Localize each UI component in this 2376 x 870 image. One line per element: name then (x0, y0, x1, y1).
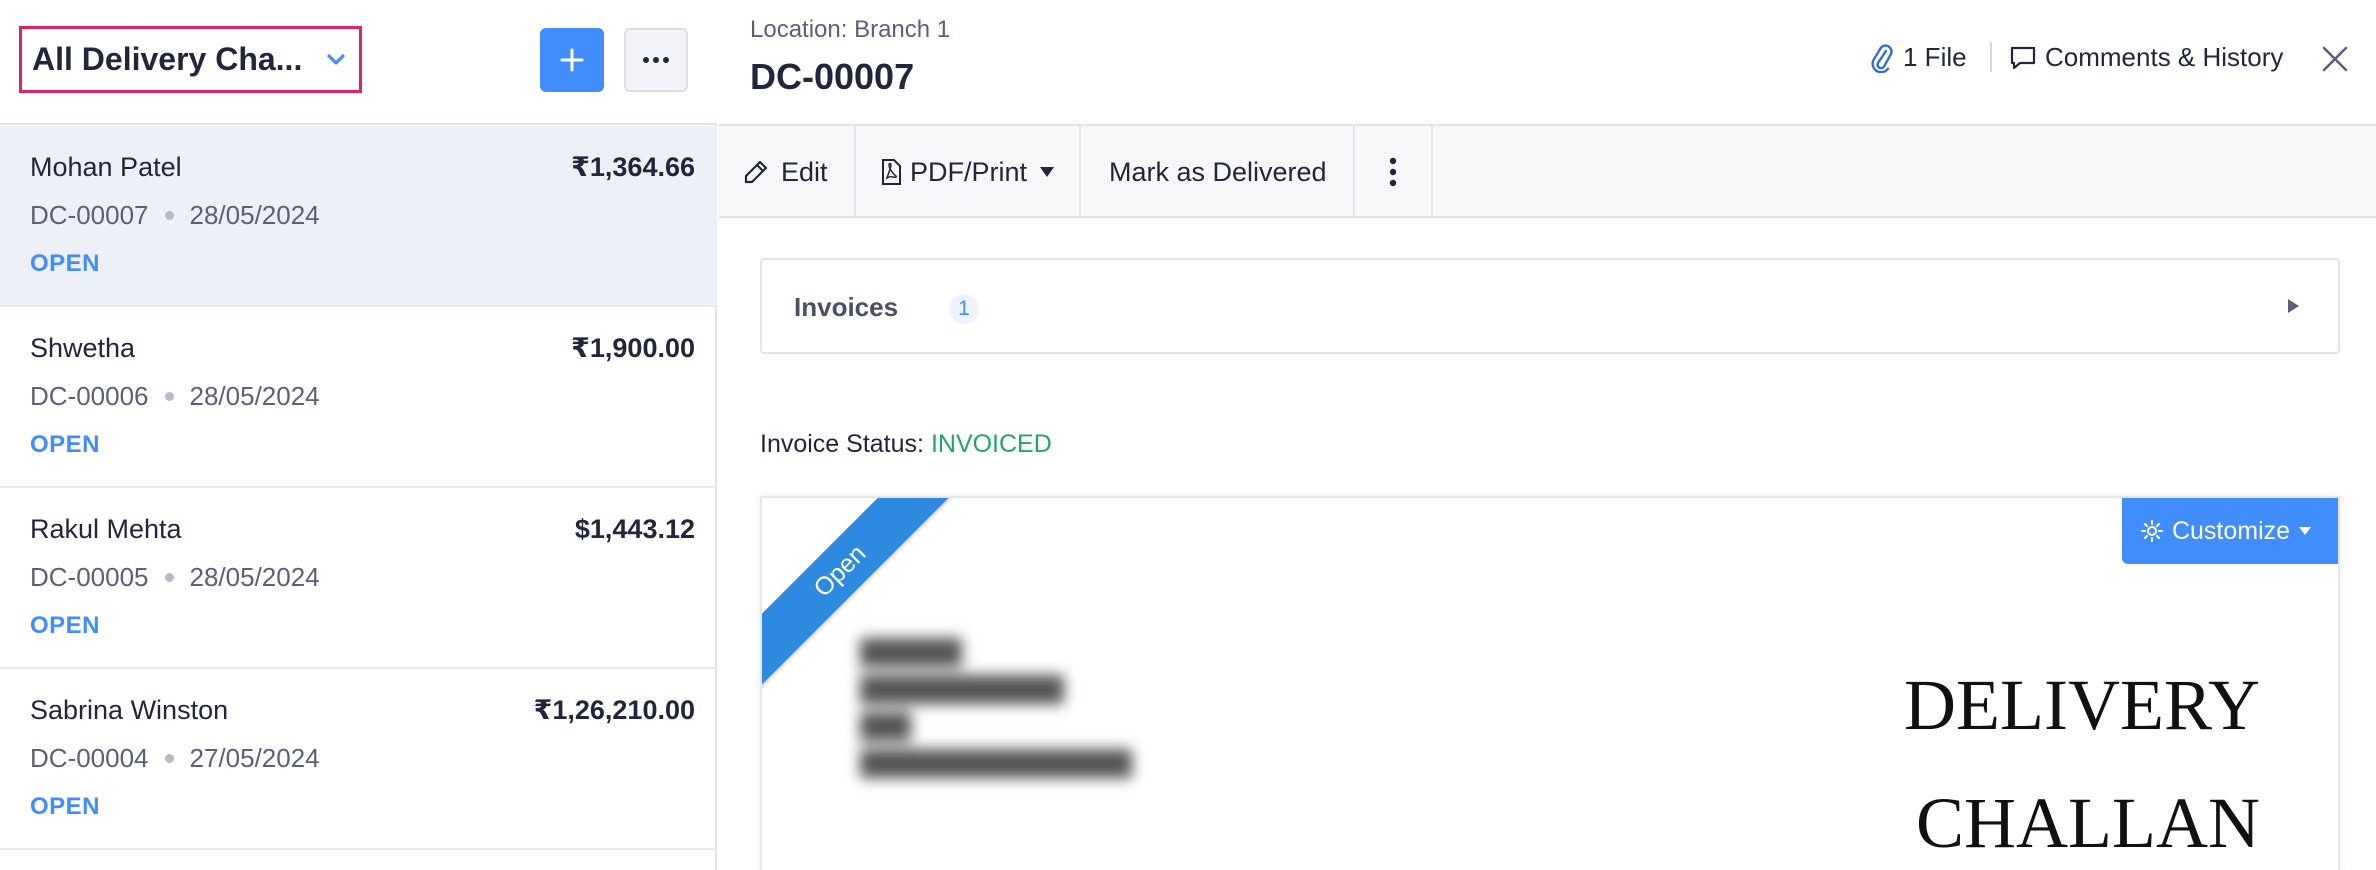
challan-meta: DC-00007 28/05/2024 (30, 200, 320, 231)
delivery-challan-list: Mohan Patel ₹1,364.66 DC-00007 28/05/202… (0, 126, 717, 850)
edit-button[interactable]: Edit (719, 126, 856, 218)
view-selector-dropdown[interactable]: All Delivery Cha... (19, 26, 362, 93)
document-heading-line2: CHALLAN (1916, 783, 2260, 863)
caret-down-icon (1040, 167, 1055, 177)
more-actions-button[interactable] (1355, 126, 1433, 218)
mark-as-delivered-button[interactable]: Mark as Delivered (1081, 126, 1355, 218)
challan-number: DC-00006 (30, 381, 149, 411)
list-item[interactable]: Rakul Mehta $1,443.12 DC-00005 28/05/202… (0, 488, 717, 669)
document-heading: DELIVERY CHALLAN (1904, 646, 2260, 870)
invoices-title: Invoices (794, 292, 899, 322)
organization-address-blurred: ██████ ████████████ ███ ████████████████ (860, 639, 1133, 777)
status-badge: OPEN (30, 612, 101, 639)
invoices-count-badge: 1 (949, 294, 979, 324)
customer-name: Sabrina Winston (30, 695, 229, 725)
separator-dot (164, 754, 174, 763)
challan-amount: $1,443.12 (574, 514, 695, 544)
challan-date: 27/05/2024 (189, 743, 320, 773)
invoice-status: Invoice Status: INVOICED (760, 430, 1052, 459)
plus-icon (560, 48, 584, 72)
challan-date: 28/05/2024 (189, 562, 320, 592)
challan-number: DC-00007 (30, 200, 149, 230)
chevron-down-icon (327, 54, 345, 65)
detail-pane: Location: Branch 1 DC-00007 1 File Comme… (719, 0, 2376, 870)
challan-meta: DC-00005 28/05/2024 (30, 562, 320, 593)
separator-dot (164, 573, 174, 582)
list-item[interactable]: Sabrina Winston ₹1,26,210.00 DC-00004 27… (0, 669, 717, 850)
edit-label: Edit (781, 156, 828, 187)
status-badge: OPEN (30, 250, 101, 277)
customize-label: Customize (2171, 516, 2291, 545)
paperclip-icon (1871, 43, 1893, 73)
separator-dot (164, 211, 174, 220)
document-heading-line1: DELIVERY (1904, 665, 2260, 745)
customer-name: Mohan Patel (30, 152, 182, 182)
customer-name: Shwetha (30, 333, 136, 363)
gear-icon (2140, 520, 2163, 542)
new-delivery-challan-button[interactable] (540, 28, 604, 92)
comments-history-link[interactable]: Comments & History (2009, 42, 2283, 73)
action-toolbar: Edit PDF/Print Mark as Delivered (719, 124, 2376, 218)
close-icon[interactable] (2320, 44, 2350, 74)
invoice-status-label: Invoice Status: (760, 430, 924, 458)
list-header: All Delivery Cha... (0, 0, 717, 125)
challan-number: DC-00004 (30, 743, 149, 773)
kebab-icon (1389, 157, 1397, 187)
caret-down-icon (2299, 527, 2312, 535)
challan-amount: ₹1,900.00 (571, 333, 695, 363)
status-badge: OPEN (30, 793, 101, 820)
comment-icon (2010, 46, 2036, 69)
separator-dot (164, 392, 174, 401)
challan-date: 28/05/2024 (189, 381, 320, 411)
comments-history-label: Comments & History (2045, 42, 2284, 72)
pencil-icon (744, 160, 768, 184)
list-item[interactable]: Mohan Patel ₹1,364.66 DC-00007 28/05/202… (0, 126, 717, 307)
document-preview: Open Customize ██████ ████████████ ███ █… (760, 496, 2340, 870)
transaction-list-pane: All Delivery Cha... Mohan Patel ₹1,364.6… (0, 0, 717, 870)
mark-as-delivered-label: Mark as Delivered (1109, 156, 1327, 187)
challan-amount: ₹1,364.66 (571, 152, 695, 182)
challan-meta: DC-00006 28/05/2024 (30, 381, 320, 412)
pdf-print-button[interactable]: PDF/Print (856, 126, 1081, 218)
invoices-section[interactable]: Invoices 1 (760, 258, 2340, 354)
ellipsis-icon (643, 57, 669, 63)
page-title: DC-00007 (750, 56, 915, 97)
triangle-right-icon (2288, 299, 2299, 313)
attachments-link[interactable]: 1 File (1871, 42, 1967, 73)
location-label: Location: Branch 1 (750, 16, 951, 43)
challan-amount: ₹1,26,210.00 (533, 695, 695, 725)
attachments-label: 1 File (1903, 42, 1967, 72)
view-selector-label: All Delivery Cha... (32, 41, 303, 77)
challan-meta: DC-00004 27/05/2024 (30, 743, 320, 774)
customer-name: Rakul Mehta (30, 514, 182, 544)
more-options-button[interactable] (624, 28, 688, 92)
customize-button[interactable]: Customize (2122, 498, 2338, 564)
pdf-print-label: PDF/Print (910, 156, 1028, 187)
pdf-icon (882, 159, 901, 185)
challan-date: 28/05/2024 (189, 200, 320, 230)
invoice-status-value: INVOICED (930, 430, 1052, 458)
challan-number: DC-00005 (30, 562, 149, 592)
status-badge: OPEN (30, 431, 101, 458)
header-divider (1990, 42, 1992, 72)
list-item[interactable]: Shwetha ₹1,900.00 DC-00006 28/05/2024 OP… (0, 307, 717, 488)
